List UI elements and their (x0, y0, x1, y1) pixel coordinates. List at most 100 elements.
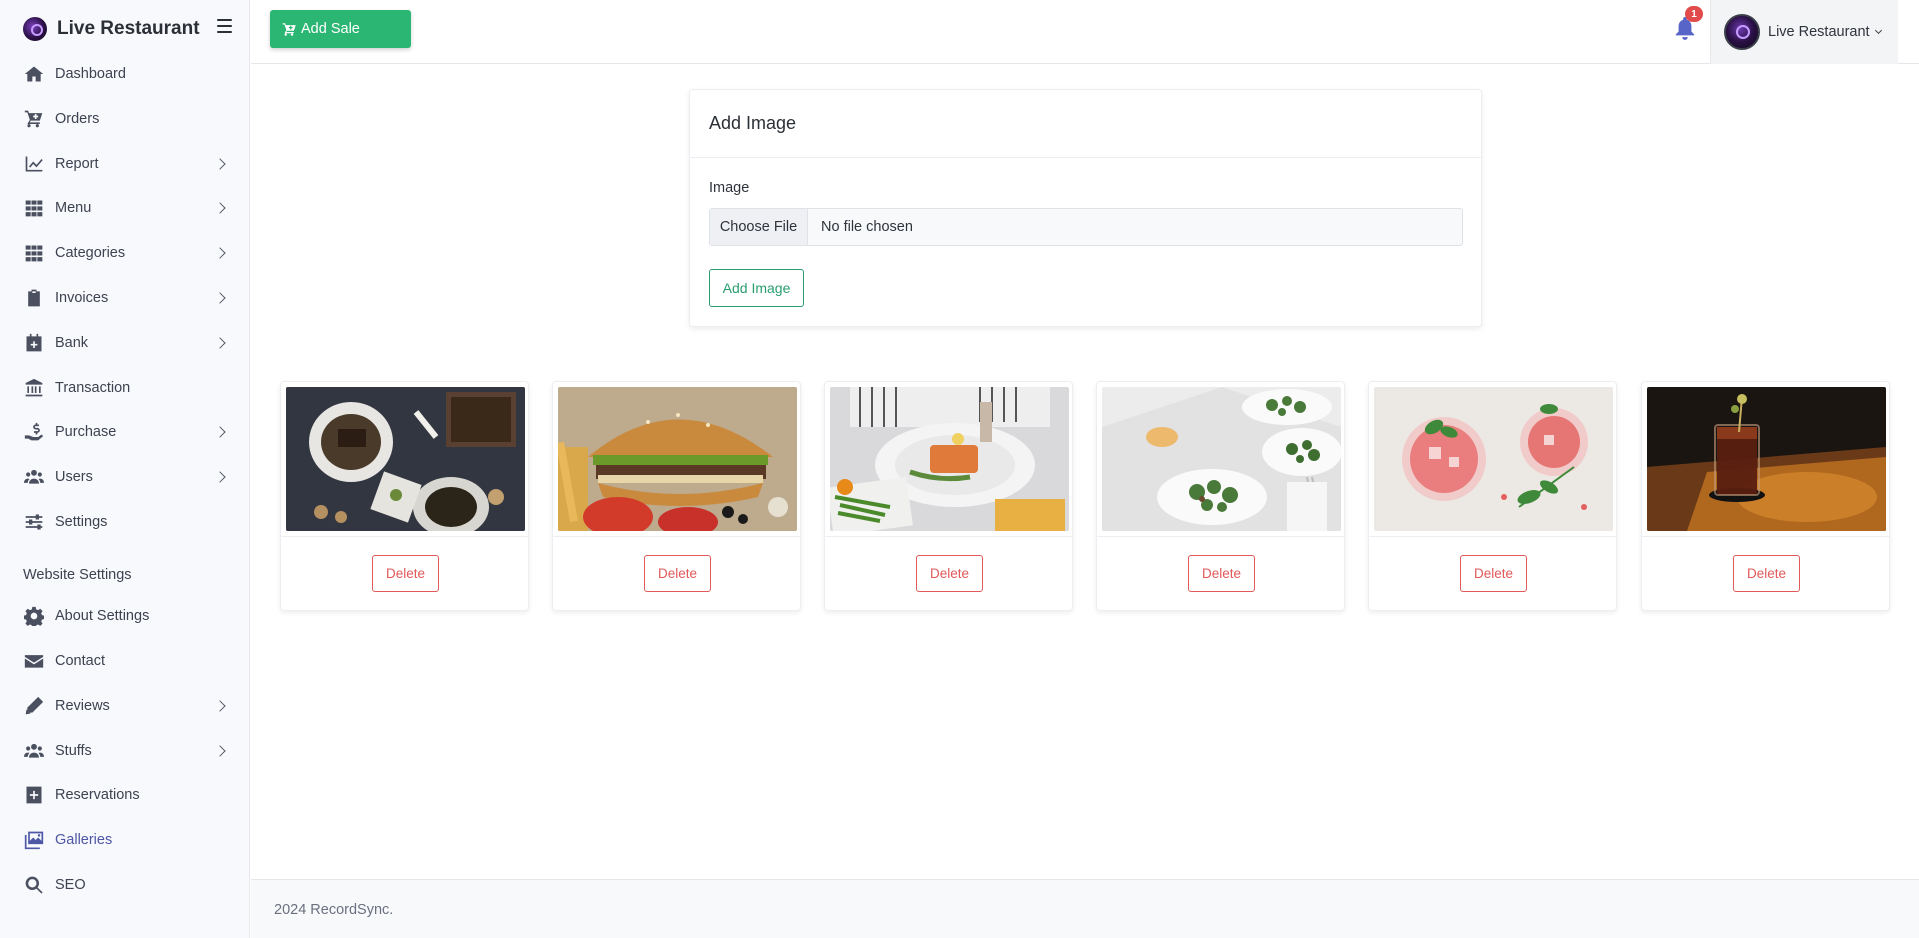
delete-button[interactable]: Delete (916, 555, 983, 592)
gallery-image (1647, 387, 1886, 531)
user-menu[interactable]: Live Restaurant (1710, 0, 1898, 64)
delete-button[interactable]: Delete (1188, 555, 1255, 592)
sidebar-item-contact[interactable]: Contact (0, 643, 250, 679)
chevron-right-icon (214, 158, 226, 170)
grid-icon (23, 242, 45, 264)
user-name: Live Restaurant (1768, 24, 1870, 40)
file-status-text: No file chosen (821, 219, 913, 235)
sidebar-item-orders[interactable]: Orders (0, 101, 250, 137)
sidebar-item-categories[interactable]: Categories (0, 235, 250, 271)
sidebar-item-report[interactable]: Report (0, 146, 250, 182)
sidebar-item-label: Reservations (55, 787, 140, 803)
sidebar-item-label: Report (55, 156, 99, 172)
chevron-right-icon (214, 337, 226, 349)
footer-copyright: 2024 RecordSync. (274, 902, 394, 918)
sidebar-item-transaction[interactable]: Transaction (0, 370, 250, 406)
sidebar-item-label: Contact (55, 653, 105, 669)
sidebar-item-purchase[interactable]: Purchase (0, 414, 250, 450)
sidebar-item-label: Settings (55, 514, 108, 530)
calendar-plus-icon (23, 332, 45, 354)
gallery-item: Delete (1641, 381, 1890, 611)
topbar: Add Sale 1 Live Restaurant (251, 0, 1919, 64)
images-icon (23, 829, 45, 851)
image-field-label: Image (709, 180, 750, 196)
image-file-input[interactable]: Choose File No file chosen (709, 208, 1463, 246)
sidebar-toggle-icon[interactable] (217, 19, 232, 33)
sidebar-item-galleries[interactable]: Galleries (0, 822, 250, 858)
envelope-icon (23, 650, 45, 672)
choose-file-button[interactable]: Choose File (710, 209, 808, 245)
chevron-right-icon (214, 426, 226, 438)
gallery-image (286, 387, 525, 531)
divider (1369, 536, 1616, 537)
notification-badge: 1 (1685, 6, 1703, 22)
chevron-right-icon (214, 700, 226, 712)
sidebar-item-seo[interactable]: SEO (0, 867, 250, 903)
delete-button[interactable]: Delete (1733, 555, 1800, 592)
users-icon (23, 466, 45, 488)
divider (825, 536, 1072, 537)
chevron-right-icon (214, 471, 226, 483)
sliders-icon (23, 511, 45, 533)
sidebar-item-label: Dashboard (55, 66, 126, 82)
cart-plus-icon (23, 108, 45, 130)
gear-icon (23, 605, 45, 627)
grid-icon (23, 197, 45, 219)
sidebar-item-bank[interactable]: Bank (0, 325, 250, 361)
pencil-icon (23, 695, 45, 717)
delete-button[interactable]: Delete (1460, 555, 1527, 592)
card-header: Add Image (690, 90, 1481, 158)
website-settings-heading: Website Settings (23, 567, 132, 583)
sidebar-item-label: Orders (55, 111, 100, 127)
divider (1642, 536, 1889, 537)
delete-button[interactable]: Delete (372, 555, 439, 592)
home-icon (23, 63, 45, 85)
clipboard-check-icon (23, 287, 45, 309)
sidebar-item-label: Purchase (55, 424, 117, 440)
sidebar: Live Restaurant Dashboard Orders Report … (0, 0, 250, 938)
sidebar-item-label: Users (55, 469, 93, 485)
delete-button[interactable]: Delete (644, 555, 711, 592)
gallery-image (830, 387, 1069, 531)
add-image-card: Add Image Image Choose File No file chos… (689, 89, 1482, 327)
divider (553, 536, 800, 537)
sidebar-item-settings[interactable]: Settings (0, 504, 250, 540)
sidebar-item-label: Stuffs (55, 743, 92, 759)
hand-dollar-icon (23, 421, 45, 443)
add-sale-button[interactable]: Add Sale (270, 10, 411, 48)
divider (281, 536, 528, 537)
chevron-right-icon (214, 745, 226, 757)
brand-name: Live Restaurant (57, 18, 200, 39)
brand[interactable]: Live Restaurant (23, 16, 200, 42)
sidebar-item-menu[interactable]: Menu (0, 190, 250, 226)
sidebar-item-stuffs[interactable]: Stuffs (0, 733, 250, 769)
gallery-item: Delete (1096, 381, 1345, 611)
sidebar-item-about-settings[interactable]: About Settings (0, 598, 250, 634)
sidebar-item-reservations[interactable]: Reservations (0, 777, 250, 813)
plus-square-icon (23, 784, 45, 806)
chevron-right-icon (214, 202, 226, 214)
sidebar-item-dashboard[interactable]: Dashboard (0, 56, 250, 92)
sidebar-item-label: Reviews (55, 698, 110, 714)
sidebar-item-label: Invoices (55, 290, 109, 306)
gallery-image (558, 387, 797, 531)
gallery-image (1102, 387, 1341, 531)
sidebar-item-label: Transaction (55, 380, 131, 396)
gallery-item: Delete (552, 381, 801, 611)
brand-logo (23, 17, 47, 41)
sidebar-item-label: Galleries (55, 832, 113, 848)
sidebar-item-label: Menu (55, 200, 92, 216)
add-image-button[interactable]: Add Image (709, 269, 804, 307)
sidebar-item-invoices[interactable]: Invoices (0, 280, 250, 316)
divider (1097, 536, 1344, 537)
gallery-item: Delete (1368, 381, 1617, 611)
card-title: Add Image (709, 113, 797, 133)
cart-plus-icon (282, 22, 297, 37)
add-sale-label: Add Sale (301, 21, 360, 37)
users-icon (23, 740, 45, 762)
gallery-image (1374, 387, 1613, 531)
sidebar-item-label: Categories (55, 245, 126, 261)
sidebar-item-reviews[interactable]: Reviews (0, 688, 250, 724)
sidebar-item-users[interactable]: Users (0, 459, 250, 495)
chevron-right-icon (214, 247, 226, 259)
